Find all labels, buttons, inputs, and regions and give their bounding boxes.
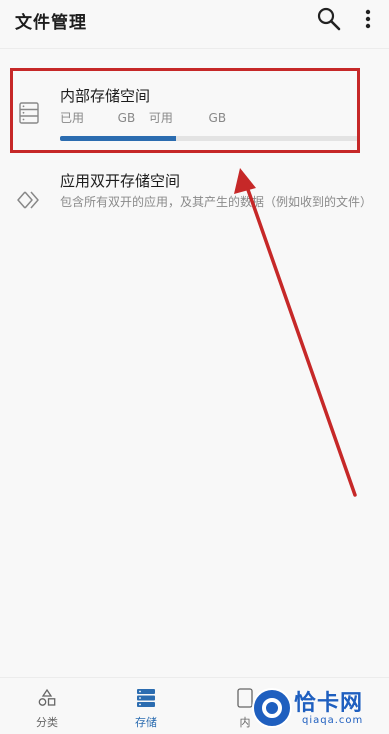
more-options-button[interactable] bbox=[358, 6, 378, 32]
dual-app-storage-row[interactable]: 应用双开存储空间 包含所有双开的应用，及其产生的数据（例如收到的文件） bbox=[0, 166, 389, 236]
nav-tab-storage[interactable]: 存储 bbox=[116, 678, 176, 734]
dual-app-storage-title: 应用双开存储空间 bbox=[60, 172, 181, 190]
watermark-logo: 恰卡网 qiaqa.com bbox=[244, 684, 389, 733]
header-divider bbox=[0, 48, 389, 49]
dual-app-storage-description: 包含所有双开的应用，及其产生的数据（例如收到的文件） bbox=[60, 195, 373, 209]
watermark-circle-icon bbox=[252, 688, 292, 728]
watermark-sub-text: qiaqa.com bbox=[302, 715, 364, 726]
nav-tab-category[interactable]: 分类 bbox=[17, 678, 77, 734]
page-title: 文件管理 bbox=[15, 13, 87, 33]
nav-tab-storage-label: 存储 bbox=[135, 716, 157, 729]
annotation-highlight-box bbox=[10, 68, 360, 153]
storage-icon bbox=[137, 689, 155, 707]
category-icon bbox=[38, 688, 56, 706]
app-header: 文件管理 bbox=[0, 0, 389, 50]
more-vert-icon bbox=[365, 9, 371, 29]
watermark-main-text: 恰卡网 bbox=[294, 691, 364, 716]
dual-app-icon bbox=[17, 191, 39, 209]
search-button[interactable] bbox=[316, 6, 342, 32]
search-icon bbox=[317, 7, 341, 31]
nav-tab-category-label: 分类 bbox=[36, 716, 58, 729]
